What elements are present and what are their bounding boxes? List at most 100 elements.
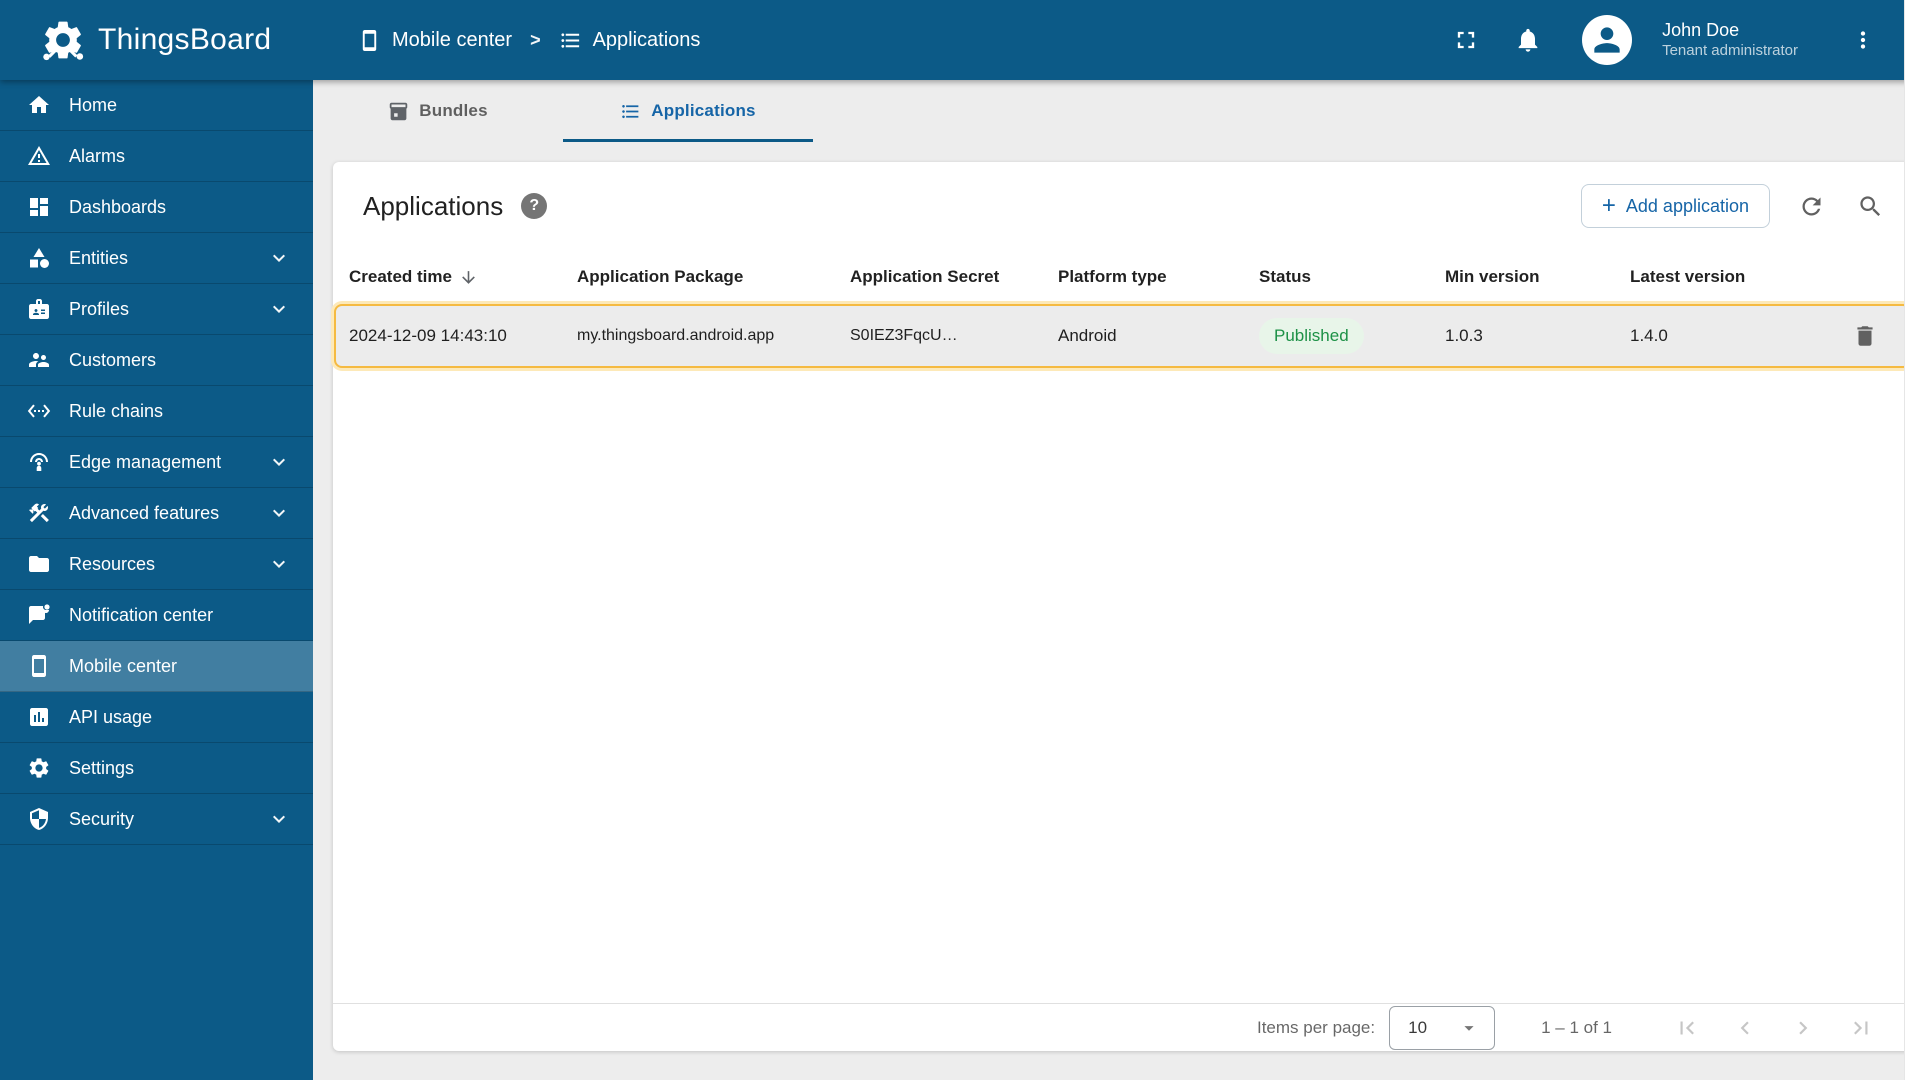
sidebar-item-mobile-center[interactable]: Mobile center <box>0 641 313 692</box>
cell-platform-type: Android <box>1058 326 1117 345</box>
breadcrumb-mobile-center[interactable]: Mobile center <box>358 29 512 52</box>
smartphone-icon <box>358 29 381 52</box>
sidebar-item-resources[interactable]: Resources <box>0 539 313 590</box>
dashboard-icon <box>27 195 51 219</box>
bell-icon <box>1514 26 1542 54</box>
sidebar-item-security[interactable]: Security <box>0 794 313 845</box>
chevron-down-icon <box>267 501 291 525</box>
ethernet-icon <box>27 399 51 423</box>
home-icon <box>27 93 51 117</box>
trash-icon <box>1852 323 1878 349</box>
paginator: Items per page: 10 1 – 1 of 1 <box>333 1003 1912 1051</box>
more-vert-icon <box>1850 27 1876 53</box>
page-size-select[interactable]: 10 <box>1389 1005 1496 1050</box>
table-row[interactable]: 2024-12-09 14:43:10 my.thingsboard.andro… <box>334 304 1911 368</box>
gear-icon <box>27 756 51 780</box>
search-icon <box>1857 193 1884 220</box>
thingsboard-logo[interactable]: ThingsBoard <box>0 17 313 63</box>
sidebar-item-dashboards[interactable]: Dashboards <box>0 182 313 233</box>
chevron-down-icon <box>267 297 291 321</box>
sidebar-item-profiles[interactable]: Profiles <box>0 284 313 335</box>
smartphone-icon <box>27 654 51 678</box>
chevron-down-icon <box>267 246 291 270</box>
more-menu-button[interactable] <box>1846 23 1880 57</box>
add-application-button[interactable]: + Add application <box>1580 184 1770 228</box>
column-application-package[interactable]: Application Package <box>577 267 850 287</box>
sidebar-item-home[interactable]: Home <box>0 80 313 131</box>
panel-actions: + Add application <box>1580 184 1888 228</box>
main-content: Bundles Applications Applications ? + Ad… <box>313 80 1920 1080</box>
user-role: Tenant administrator <box>1662 41 1798 59</box>
delete-button[interactable] <box>1820 323 1909 349</box>
sidebar-item-alarms[interactable]: Alarms <box>0 131 313 182</box>
column-status[interactable]: Status <box>1259 267 1445 287</box>
tab-bundles[interactable]: Bundles <box>313 80 563 142</box>
previous-page-button[interactable] <box>1728 1011 1762 1045</box>
folder-icon <box>27 552 51 576</box>
sidebar-item-advanced-features[interactable]: Advanced features <box>0 488 313 539</box>
sidebar-item-entities[interactable]: Entities <box>0 233 313 284</box>
sort-desc-icon <box>459 268 478 287</box>
sidebar-item-notification-center[interactable]: Notification center <box>0 590 313 641</box>
next-page-button[interactable] <box>1786 1011 1820 1045</box>
app-root: ThingsBoard Mobile center > Applications <box>0 0 1920 1080</box>
top-header: ThingsBoard Mobile center > Applications <box>0 0 1920 80</box>
notification-bubble-icon <box>27 603 51 627</box>
column-platform-type[interactable]: Platform type <box>1058 267 1259 287</box>
status-badge: Published <box>1259 318 1364 354</box>
search-button[interactable] <box>1853 189 1888 224</box>
construction-icon <box>27 501 51 525</box>
shield-icon <box>27 807 51 831</box>
column-min-version[interactable]: Min version <box>1445 267 1630 287</box>
column-application-secret[interactable]: Application Secret <box>850 267 1058 287</box>
table-empty-area <box>333 368 1912 1003</box>
cell-application-secret: S0IEZ3FqcU… <box>850 327 958 344</box>
cell-status: Published <box>1259 318 1445 354</box>
applications-panel: Applications ? + Add application Created… <box>333 162 1912 1051</box>
sidebar-item-api-usage[interactable]: API usage <box>0 692 313 743</box>
last-page-button[interactable] <box>1844 1011 1878 1045</box>
sidebar-item-edge-management[interactable]: Edge management <box>0 437 313 488</box>
chevron-down-icon <box>267 552 291 576</box>
page-scrollbar[interactable] <box>1904 0 1920 1080</box>
chevron-right-icon <box>1790 1015 1816 1041</box>
brand-name: ThingsBoard <box>98 23 272 56</box>
user-info[interactable]: John Doe Tenant administrator <box>1662 19 1798 60</box>
pagination-nav <box>1670 1011 1878 1045</box>
column-created-time[interactable]: Created time <box>349 267 577 287</box>
thingsboard-logo-icon <box>40 17 86 63</box>
items-per-page-label: Items per page: <box>1256 1017 1376 1037</box>
sidebar: Home Alarms Dashboards Entities Profiles <box>0 80 313 1080</box>
fullscreen-button[interactable] <box>1448 22 1484 58</box>
column-latest-version[interactable]: Latest version <box>1630 267 1820 287</box>
cell-application-package: my.thingsboard.android.app <box>577 327 775 344</box>
sidebar-item-customers[interactable]: Customers <box>0 335 313 386</box>
refresh-button[interactable] <box>1794 189 1829 224</box>
chevron-left-icon <box>1732 1015 1758 1041</box>
panel-header: Applications ? + Add application <box>333 162 1912 250</box>
sidebar-item-rule-chains[interactable]: Rule chains <box>0 386 313 437</box>
cell-latest-version: 1.4.0 <box>1630 326 1668 345</box>
badge-icon <box>27 297 51 321</box>
help-icon[interactable]: ? <box>521 193 548 219</box>
notifications-button[interactable] <box>1510 22 1546 58</box>
user-name: John Doe <box>1662 20 1740 41</box>
cell-created-time: 2024-12-09 14:43:10 <box>349 326 507 345</box>
antenna-icon <box>27 450 51 474</box>
sidebar-item-settings[interactable]: Settings <box>0 743 313 794</box>
category-icon <box>27 246 51 270</box>
first-page-button[interactable] <box>1670 1011 1704 1045</box>
list-icon <box>559 29 582 52</box>
avatar[interactable] <box>1582 15 1633 65</box>
tab-applications[interactable]: Applications <box>563 80 813 142</box>
bundle-icon <box>388 101 409 122</box>
chevron-down-icon <box>267 807 291 831</box>
breadcrumb-applications[interactable]: Applications <box>559 29 700 52</box>
chevron-down-icon <box>267 450 291 474</box>
person-icon <box>1588 21 1626 59</box>
breadcrumb-separator: > <box>530 29 541 50</box>
people-icon <box>27 348 51 372</box>
warning-icon <box>27 144 51 168</box>
breadcrumb: Mobile center > Applications <box>358 29 700 52</box>
list-icon <box>620 101 641 122</box>
